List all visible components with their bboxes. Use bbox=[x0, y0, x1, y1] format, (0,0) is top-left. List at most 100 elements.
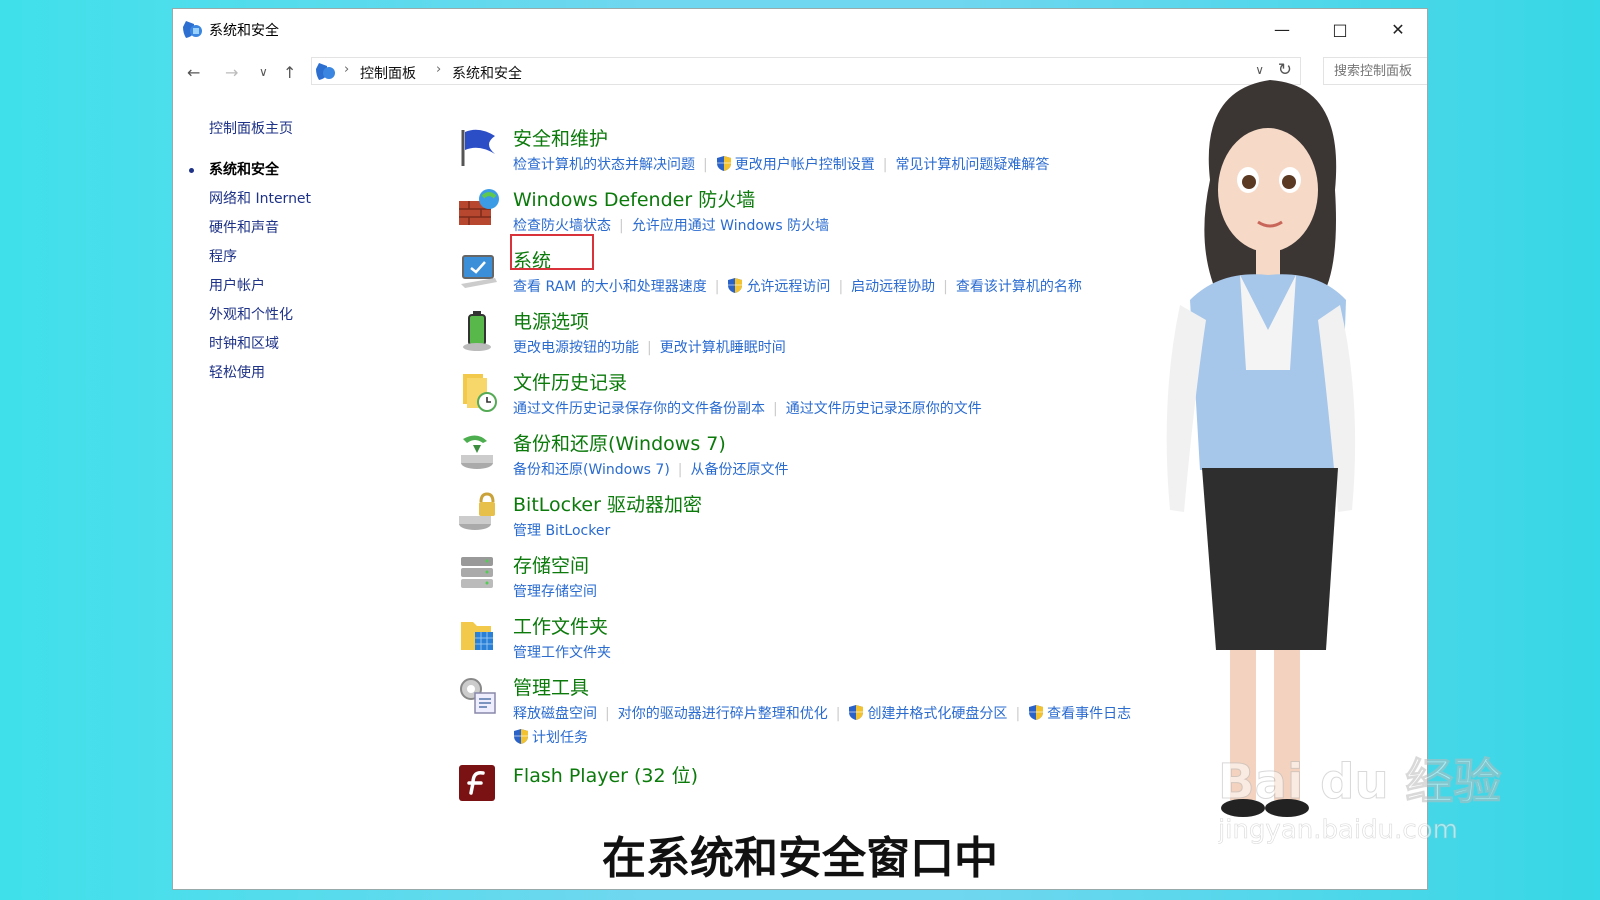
control-panel-icon bbox=[316, 63, 335, 80]
recent-locations-button[interactable]: ∨ bbox=[259, 65, 268, 79]
category-link[interactable]: 备份和还原(Windows 7) bbox=[513, 459, 670, 479]
link-divider: | bbox=[605, 706, 610, 722]
category-link[interactable]: 管理工作文件夹 bbox=[513, 642, 611, 662]
category-link[interactable]: 计划任务 bbox=[513, 727, 588, 747]
category-link[interactable]: 更改用户帐户控制设置 bbox=[716, 154, 875, 174]
category-link-text: 允许远程访问 bbox=[746, 279, 831, 295]
breadcrumb-separator-icon: › bbox=[344, 62, 350, 77]
category-link-text: 从备份还原文件 bbox=[690, 462, 789, 478]
category-link[interactable]: 创建并格式化硬盘分区 bbox=[848, 703, 1007, 723]
category-link[interactable]: 管理存储空间 bbox=[513, 581, 597, 601]
category-link-text: 对你的驱动器进行碎片整理和优化 bbox=[617, 706, 828, 722]
uac-shield-icon bbox=[1029, 705, 1044, 720]
category-links: 管理存储空间 bbox=[513, 581, 597, 601]
sidebar-item-user-accounts[interactable]: 用户帐户 bbox=[209, 272, 311, 301]
category-link[interactable]: 启动远程协助 bbox=[851, 276, 935, 296]
category-link[interactable]: 管理 BitLocker bbox=[513, 520, 610, 540]
maximize-button[interactable]: □ bbox=[1311, 9, 1369, 49]
sidebar-item-home[interactable]: 控制面板主页 bbox=[209, 115, 311, 144]
category-link[interactable]: 通过文件历史记录还原你的文件 bbox=[786, 398, 982, 418]
sidebar-item-programs[interactable]: 程序 bbox=[209, 243, 311, 272]
category-title[interactable]: 文件历史记录 bbox=[513, 368, 627, 395]
sidebar-item-ease-of-access[interactable]: 轻松使用 bbox=[209, 359, 311, 388]
category-link[interactable]: 对你的驱动器进行碎片整理和优化 bbox=[618, 703, 828, 723]
category-link[interactable]: 检查计算机的状态并解决问题 bbox=[513, 154, 695, 174]
sidebar-item-clock-region[interactable]: 时钟和区域 bbox=[209, 330, 311, 359]
category-link[interactable]: 更改计算机睡眠时间 bbox=[660, 337, 786, 357]
category-link[interactable]: 允许远程访问 bbox=[727, 276, 830, 296]
category-link[interactable]: 检查防火墙状态 bbox=[513, 215, 611, 235]
category-title[interactable]: 存储空间 bbox=[513, 551, 589, 578]
uac-shield-icon bbox=[716, 156, 731, 171]
sidebar-item-system-security[interactable]: 系统和安全 bbox=[188, 156, 311, 185]
subtitle-caption: 在系统和安全窗口中 bbox=[602, 833, 998, 884]
category-title[interactable]: 工作文件夹 bbox=[513, 612, 608, 639]
flag-icon bbox=[461, 129, 495, 166]
link-divider: | bbox=[647, 340, 652, 356]
file-history-icon bbox=[463, 374, 497, 412]
link-divider: | bbox=[703, 157, 708, 173]
category-link[interactable]: 常见计算机问题疑难解答 bbox=[895, 154, 1049, 174]
back-button[interactable]: ← bbox=[187, 63, 200, 82]
category-links: 管理工作文件夹 bbox=[513, 642, 611, 662]
breadcrumb-system-security[interactable]: 系统和安全 bbox=[452, 63, 522, 83]
sidebar-item-network[interactable]: 网络和 Internet bbox=[209, 185, 311, 214]
category-link-text: 备份和还原(Windows 7) bbox=[513, 462, 670, 478]
window-title: 系统和安全 bbox=[209, 23, 279, 39]
category-link-text: 通过文件历史记录保存你的文件备份副本 bbox=[513, 401, 765, 417]
bitlocker-icon bbox=[459, 492, 495, 530]
category-link-text: 更改计算机睡眠时间 bbox=[659, 340, 786, 356]
category-link[interactable]: 从备份还原文件 bbox=[691, 459, 789, 479]
category-title[interactable]: Windows Defender 防火墙 bbox=[513, 185, 755, 212]
storage-icon bbox=[461, 557, 493, 588]
category-title[interactable]: 备份和还原(Windows 7) bbox=[513, 429, 726, 456]
link-divider: | bbox=[677, 462, 683, 478]
category-title[interactable]: BitLocker 驱动器加密 bbox=[513, 490, 702, 517]
category-link[interactable]: 通过文件历史记录保存你的文件备份副本 bbox=[513, 398, 765, 418]
category-link-text: 查看事件日志 bbox=[1047, 706, 1132, 722]
highlight-box bbox=[510, 234, 594, 270]
work-folder-icon bbox=[461, 622, 493, 650]
title-bar: 系统和安全 — □ ✕ bbox=[173, 9, 1427, 49]
minimize-button[interactable]: — bbox=[1253, 9, 1311, 49]
link-divider: | bbox=[619, 218, 624, 234]
breadcrumb-control-panel[interactable]: 控制面板 bbox=[360, 63, 416, 83]
up-arrow-icon: ↑ bbox=[283, 63, 297, 82]
category-link[interactable]: 查看该计算机的名称 bbox=[956, 276, 1082, 296]
category-title[interactable]: 安全和维护 bbox=[513, 124, 608, 151]
category-link-text: 更改电源按钮的功能 bbox=[513, 340, 639, 356]
category-title[interactable]: Flash Player (32 位) bbox=[513, 761, 698, 788]
category-link-text: 管理 BitLocker bbox=[513, 523, 611, 539]
close-button[interactable]: ✕ bbox=[1369, 9, 1427, 49]
up-button[interactable]: ↑ bbox=[283, 63, 296, 82]
category-links: 检查防火墙状态 | 允许应用通过 Windows 防火墙 bbox=[513, 215, 829, 235]
link-divider: | bbox=[773, 401, 778, 417]
category-links: 查看 RAM 的大小和处理器速度 | 允许远程访问 | 启动远程协助 | 查看该计算机的名称 bbox=[513, 276, 1082, 296]
sidebar-item-appearance[interactable]: 外观和个性化 bbox=[209, 301, 311, 330]
link-divider: | bbox=[882, 157, 888, 173]
category-link[interactable]: 更改电源按钮的功能 bbox=[513, 337, 639, 357]
category-link[interactable]: 允许应用通过 Windows 防火墙 bbox=[632, 215, 829, 235]
minimize-icon: — bbox=[1274, 19, 1290, 39]
link-divider: | bbox=[1015, 706, 1021, 722]
category-link[interactable]: 查看事件日志 bbox=[1028, 703, 1131, 723]
control-panel-app-icon bbox=[183, 21, 202, 38]
forward-arrow-icon: → bbox=[225, 63, 239, 82]
category-links: 释放磁盘空间 | 对你的驱动器进行碎片整理和优化 | 创建并格式化硬盘分区 | 查看事件日志 bbox=[513, 703, 1131, 723]
category-link[interactable]: 查看 RAM 的大小和处理器速度 bbox=[513, 276, 707, 296]
category-link-text: 通过文件历史记录还原你的文件 bbox=[785, 401, 982, 417]
link-divider: | bbox=[714, 279, 720, 295]
category-links: 管理 BitLocker bbox=[513, 520, 610, 540]
uac-shield-icon bbox=[849, 705, 864, 720]
forward-button[interactable]: → bbox=[225, 63, 238, 82]
battery-icon bbox=[463, 311, 491, 351]
sidebar-item-hardware-sound[interactable]: 硬件和声音 bbox=[209, 214, 311, 243]
category-title[interactable]: 电源选项 bbox=[513, 307, 589, 334]
uac-shield-icon bbox=[728, 278, 743, 293]
category-link-text: 启动远程协助 bbox=[851, 279, 936, 295]
uac-shield-icon bbox=[514, 729, 528, 744]
category-links: 通过文件历史记录保存你的文件备份副本 | 通过文件历史记录还原你的文件 bbox=[513, 398, 982, 418]
category-link[interactable]: 释放磁盘空间 bbox=[513, 703, 597, 723]
monitor-icon bbox=[461, 255, 497, 288]
category-title[interactable]: 管理工具 bbox=[513, 673, 589, 700]
